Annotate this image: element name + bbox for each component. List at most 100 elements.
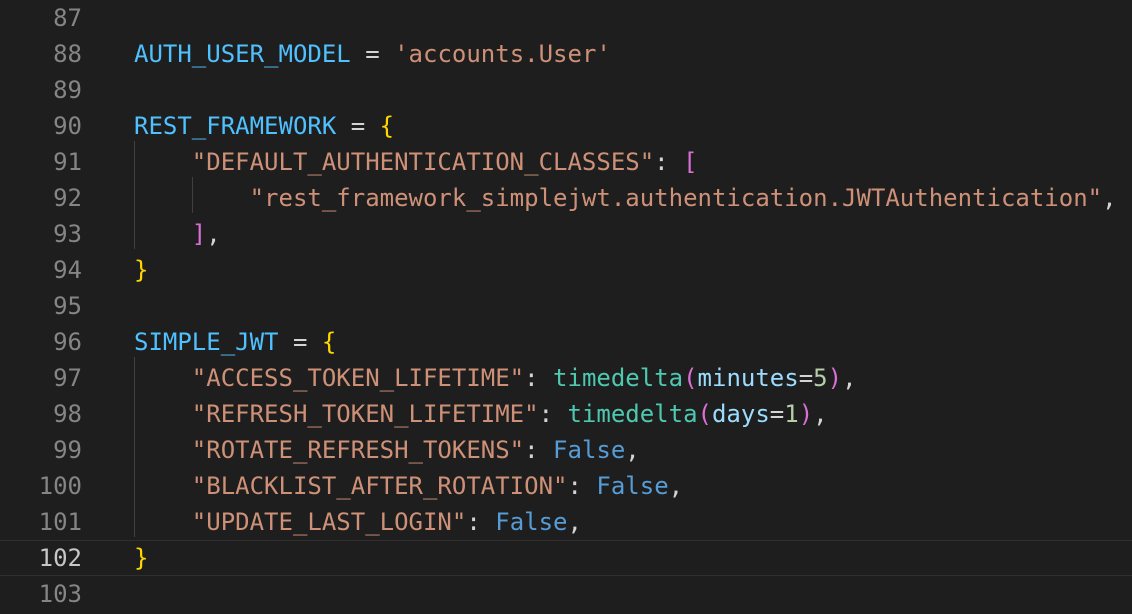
code-line[interactable]: 94} [0, 252, 1132, 288]
line-code: AUTH_USER_MODEL = 'accounts.User' [134, 36, 611, 72]
code-token: = [350, 40, 395, 68]
line-number: 92 [53, 184, 82, 212]
code-token: "rest_framework_simplejwt.authentication… [249, 184, 1103, 212]
code-editor[interactable]: 87 88 AUTH_USER_MODEL = 'accounts.User' 89 9… [0, 0, 1132, 614]
code-line[interactable]: 100 "BLACKLIST_AFTER_ROTATION": False, [0, 468, 1132, 504]
code-token: , [668, 472, 684, 500]
line-code: SIMPLE_JWT = { [134, 324, 336, 360]
code-token: : [466, 508, 496, 536]
line-number: 96 [53, 328, 82, 356]
code-token: ) [798, 400, 814, 428]
line-code: ], [134, 216, 221, 252]
code-token: : [567, 472, 597, 500]
code-token: "ROTATE_REFRESH_TOKENS" [191, 436, 525, 464]
code-token: , [206, 220, 221, 248]
code-line[interactable]: 97 "ACCESS_TOKEN_LIFETIME": timedelta(mi… [0, 360, 1132, 396]
code-line[interactable]: 87 [0, 0, 1132, 36]
code-token: 5 [813, 364, 828, 392]
line-code: REST_FRAMEWORK = { [134, 108, 394, 144]
code-line[interactable]: 98 "REFRESH_TOKEN_LIFETIME": timedelta(d… [0, 396, 1132, 432]
line-code: "REFRESH_TOKEN_LIFETIME": timedelta(days… [134, 396, 828, 432]
code-token: 'accounts.User' [394, 40, 611, 68]
code-token: , [813, 400, 828, 428]
code-token: False [596, 472, 669, 500]
code-line[interactable]: 99 "ROTATE_REFRESH_TOKENS": False, [0, 432, 1132, 468]
indent-guide [134, 357, 135, 537]
code-token: "DEFAULT_AUTHENTICATION_CLASSES" [191, 148, 655, 176]
code-line[interactable]: 93 ], [0, 216, 1132, 252]
code-token: False [553, 436, 626, 464]
line-code: "DEFAULT_AUTHENTICATION_CLASSES": [ [134, 144, 698, 180]
code-line[interactable]: 101 "UPDATE_LAST_LOGIN": False, [0, 504, 1132, 540]
code-token: , [1102, 184, 1117, 212]
code-token: = [278, 328, 322, 356]
code-token: : [538, 400, 568, 428]
indent-guide [134, 141, 135, 249]
code-token: ] [191, 220, 207, 248]
code-line[interactable]: 89 [0, 72, 1132, 108]
code-token: = [336, 112, 380, 140]
code-token: , [625, 436, 640, 464]
code-token: "UPDATE_LAST_LOGIN" [191, 508, 467, 536]
code-token: "REFRESH_TOKEN_LIFETIME" [191, 400, 539, 428]
code-token: "ACCESS_TOKEN_LIFETIME" [191, 364, 525, 392]
code-line[interactable]: 95 [0, 288, 1132, 324]
code-line[interactable]: 102} [0, 540, 1132, 576]
line-code: "ACCESS_TOKEN_LIFETIME": timedelta(minut… [134, 360, 857, 396]
code-token: : [524, 436, 554, 464]
code-token: } [134, 256, 149, 284]
line-code: "BLACKLIST_AFTER_ROTATION": False, [134, 468, 683, 504]
code-line[interactable]: 91 "DEFAULT_AUTHENTICATION_CLASSES": [ [0, 144, 1132, 180]
code-line[interactable]: 88 AUTH_USER_MODEL = 'accounts.User' [0, 36, 1132, 72]
line-number: 90 [53, 112, 82, 140]
line-number: 91 [53, 148, 82, 176]
line-number: 87 [53, 4, 82, 32]
line-code: } [134, 541, 148, 575]
code-token: : [524, 364, 554, 392]
code-token: { [379, 112, 395, 140]
line-number: 102 [38, 544, 82, 572]
line-number: 93 [53, 220, 82, 248]
line-number: 100 [38, 472, 82, 500]
code-token: "BLACKLIST_AFTER_ROTATION" [191, 472, 568, 500]
code-token: False [495, 508, 568, 536]
line-number: 103 [38, 580, 82, 608]
code-token: : [654, 148, 684, 176]
code-token: , [842, 364, 857, 392]
line-number: 88 [53, 40, 82, 68]
code-token: minutes [697, 364, 799, 392]
line-code: } [134, 252, 148, 288]
code-token: , [567, 508, 582, 536]
line-number: 89 [53, 76, 82, 104]
code-token: SIMPLE_JWT [134, 328, 279, 356]
code-token: { [321, 328, 337, 356]
code-token: REST_FRAMEWORK [134, 112, 337, 140]
line-code: "UPDATE_LAST_LOGIN": False, [134, 504, 582, 540]
code-token: = [769, 400, 785, 428]
code-line[interactable]: 103 [0, 576, 1132, 612]
code-token: 1 [784, 400, 799, 428]
code-token: [ [683, 148, 698, 176]
line-number: 97 [53, 364, 82, 392]
line-number: 99 [53, 436, 82, 464]
code-line[interactable]: 92 "rest_framework_simplejwt.authenticat… [0, 180, 1132, 216]
code-token: ( [683, 364, 698, 392]
line-number: 94 [53, 256, 82, 284]
line-code: "ROTATE_REFRESH_TOKENS": False, [134, 432, 640, 468]
code-line[interactable]: 96 SIMPLE_JWT = { [0, 324, 1132, 360]
code-line[interactable]: 90 REST_FRAMEWORK = { [0, 108, 1132, 144]
code-token: ) [827, 364, 843, 392]
indent-guide [192, 177, 193, 213]
code-token: } [134, 544, 149, 572]
line-number: 101 [38, 508, 82, 536]
code-token: = [798, 364, 814, 392]
code-token: ( [697, 400, 712, 428]
code-token: timedelta [567, 400, 698, 428]
